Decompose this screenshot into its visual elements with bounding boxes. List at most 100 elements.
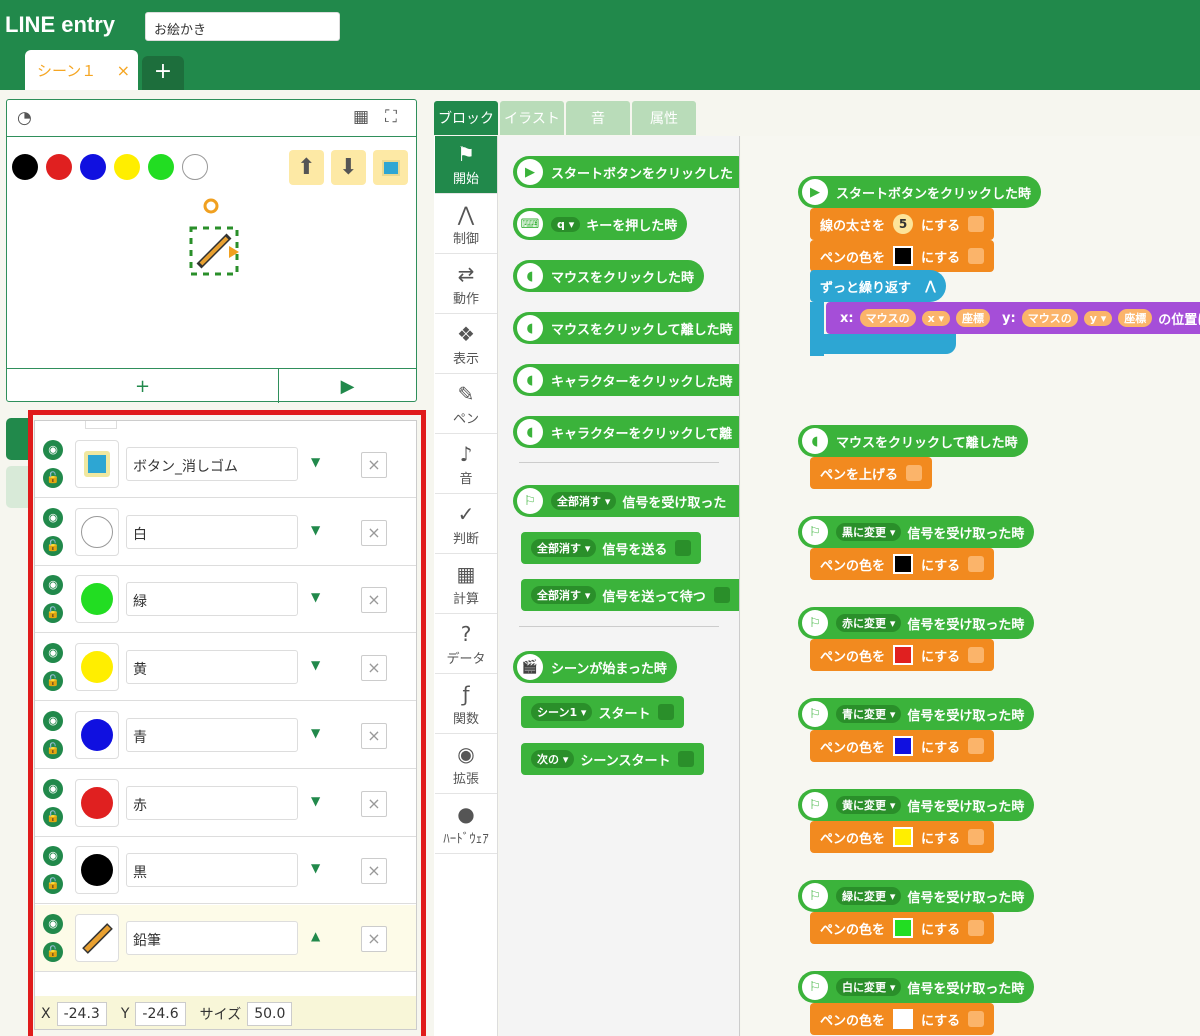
receive-signal-block[interactable]: ⚐ 黒に変更 ▾ 信号を受け取った時 — [798, 516, 1035, 548]
signal-icon: ⚐ — [802, 610, 828, 636]
category-6[interactable]: ✓ 判断 — [435, 496, 497, 554]
palette-block-scene-start[interactable]: 🎬 シーンが始まった時 — [513, 651, 677, 683]
receive-signal-block[interactable]: ⚐ 黄に変更 ▾ 信号を受け取った時 — [798, 789, 1035, 821]
palette-block-char-click[interactable]: ◖ キャラクターをクリックした時 — [513, 364, 739, 396]
category-label: 計算 — [452, 592, 479, 607]
palette-block-send-wait[interactable]: 全部消す ▾ 信号を送って待つ — [521, 579, 739, 611]
mouse-icon: ◖ — [802, 428, 828, 454]
pencil-icon — [968, 829, 985, 845]
category-3[interactable]: ❖ 表示 — [435, 316, 497, 374]
palette-block-start-scene[interactable]: シーン1 ▾ スタート — [521, 696, 685, 728]
category-10[interactable]: ◉ 拡張 — [435, 736, 497, 794]
category-label: 制御 — [452, 232, 479, 247]
signal-icon: ⚐ — [802, 883, 828, 909]
play-icon: ▶ — [517, 159, 543, 185]
signal-icon: ⚐ — [802, 792, 828, 818]
clapper-icon: 🎬 — [517, 654, 543, 680]
add-object-button[interactable]: + — [7, 369, 279, 403]
move-to-block[interactable]: x:マウスのx ▾座標y:マウスのy ▾座標の位置に — [826, 302, 1200, 334]
category-1[interactable]: ⋀ 制御 — [435, 196, 497, 254]
set-pen-color-block[interactable]: ペンの色を にする — [810, 912, 995, 944]
set-pen-color-block[interactable]: ペンの色を にする — [810, 821, 995, 853]
set-pen-color-block[interactable]: ペンの色を にする — [810, 730, 995, 762]
mouse-icon: ◖ — [517, 263, 543, 289]
color-dot-blue[interactable] — [80, 154, 106, 180]
category-icon: ● — [457, 802, 475, 826]
category-0[interactable]: ⚑ 開始 — [435, 136, 497, 194]
add-scene-button[interactable]: + — [142, 56, 184, 90]
mouse-release-block[interactable]: ◖ マウスをクリックして離した時 — [798, 425, 1028, 457]
palette-block-next-scene[interactable]: 次の ▾ シーンスタート — [521, 743, 705, 775]
tab-illust[interactable]: イラスト — [500, 101, 564, 135]
color-dot-white[interactable] — [182, 154, 208, 180]
category-icon: ✎ — [457, 382, 475, 406]
palette-block-char-release[interactable]: ◖ キャラクターをクリックして離 — [513, 416, 739, 448]
category-9[interactable]: ƒ 関数 — [435, 676, 497, 734]
arrow-down-icon[interactable]: ⬇ — [331, 150, 366, 185]
receive-signal-block[interactable]: ⚐ 青に変更 ▾ 信号を受け取った時 — [798, 698, 1035, 730]
help-tab[interactable] — [6, 466, 28, 508]
stage-toolbar: ◔ ▦ ⛶ — [7, 100, 416, 137]
receive-signal-block[interactable]: ⚐ 白に変更 ▾ 信号を受け取った時 — [798, 971, 1035, 1003]
project-name-input[interactable]: お絵かき — [145, 12, 340, 41]
separator — [519, 626, 719, 627]
flag-icon — [713, 587, 730, 603]
category-7[interactable]: ▦ 計算 — [435, 556, 497, 614]
color-dot-red[interactable] — [46, 154, 72, 180]
palette-block-mouse-click[interactable]: ◖ マウスをクリックした時 — [513, 260, 705, 292]
category-icon: ▦ — [456, 562, 476, 586]
category-11[interactable]: ● ﾊｰﾄﾞｳｪｱ — [435, 796, 497, 854]
set-pen-color-block[interactable]: ペンの色を にする — [810, 1003, 995, 1035]
play-button[interactable]: ▶ — [279, 369, 416, 403]
object-tab[interactable] — [6, 418, 28, 460]
fullscreen-icon[interactable]: ⛶ — [385, 107, 397, 127]
close-icon[interactable]: × — [117, 61, 130, 80]
highlight-frame — [28, 410, 426, 1036]
palette-block-start[interactable]: ▶ スタートボタンをクリックした — [513, 156, 739, 188]
script-start-block[interactable]: ▶ スタートボタンをクリックした時 — [798, 176, 1042, 208]
category-column: ⚑ 開始 ⋀ 制御 ⇄ 動作 ❖ 表示 ✎ ペン ♪ 音 ✓ 判断 ▦ 計算 ? データ ƒ 関数 ◉ 拡張 ● ﾊｰﾄﾞｳｪ… — [434, 136, 498, 1036]
pen-up-block[interactable]: ペンを上げる — [810, 457, 933, 489]
receive-signal-block[interactable]: ⚐ 赤に変更 ▾ 信号を受け取った時 — [798, 607, 1035, 639]
pencil-icon — [968, 920, 985, 936]
category-5[interactable]: ♪ 音 — [435, 436, 497, 494]
category-2[interactable]: ⇄ 動作 — [435, 256, 497, 314]
pencil-sprite[interactable] — [185, 188, 245, 278]
arrow-up-icon[interactable]: ⬆ — [289, 150, 324, 185]
forever-block-foot — [810, 334, 956, 354]
grid-icon[interactable]: ▦ — [353, 107, 369, 127]
set-pen-color-block[interactable]: ペンの色を にする — [810, 548, 995, 580]
category-icon: ♪ — [459, 442, 473, 466]
tab-sound[interactable]: 音 — [566, 101, 630, 135]
category-icon: ⋀ — [457, 202, 475, 226]
scene-tab-label: シーン１ — [37, 61, 97, 80]
category-label: 動作 — [452, 292, 479, 307]
color-dot-black[interactable] — [12, 154, 38, 180]
play-icon: ▶ — [802, 179, 828, 205]
category-8[interactable]: ? データ — [435, 616, 497, 674]
separator — [519, 462, 719, 463]
eraser-button-icon[interactable] — [373, 150, 408, 185]
side-tabs — [6, 418, 28, 512]
receive-signal-block[interactable]: ⚐ 緑に変更 ▾ 信号を受け取った時 — [798, 880, 1035, 912]
tab-scene-1[interactable]: シーン１ × — [25, 50, 138, 90]
set-thickness-block[interactable]: 線の太さを 5 にする — [810, 208, 995, 240]
palette-block-key[interactable]: ⌨ q ▾ キーを押した時 — [513, 208, 688, 240]
category-4[interactable]: ✎ ペン — [435, 376, 497, 434]
palette-block-mouse-release[interactable]: ◖ マウスをクリックして離した時 — [513, 312, 739, 344]
category-icon: ? — [460, 622, 472, 646]
speed-icon[interactable]: ◔ — [17, 108, 32, 128]
set-pen-color-block[interactable]: ペンの色を にする — [810, 240, 995, 272]
palette-block-send[interactable]: 全部消す ▾ 信号を送る — [521, 532, 702, 564]
color-dot-yellow[interactable] — [114, 154, 140, 180]
set-pen-color-block[interactable]: ペンの色を にする — [810, 639, 995, 671]
color-dot-green[interactable] — [148, 154, 174, 180]
mouse-icon: ◖ — [517, 315, 543, 341]
palette-block-receive[interactable]: ⚐ 全部消す ▾ 信号を受け取った — [513, 485, 739, 517]
category-icon: ◉ — [457, 742, 475, 766]
tab-block[interactable]: ブロック — [434, 101, 498, 135]
tab-attribute[interactable]: 属性 — [632, 101, 696, 135]
category-label: 表示 — [452, 352, 479, 367]
category-label: 開始 — [452, 172, 479, 187]
forever-block[interactable]: ずっと繰り返す ⋀ — [810, 270, 946, 302]
